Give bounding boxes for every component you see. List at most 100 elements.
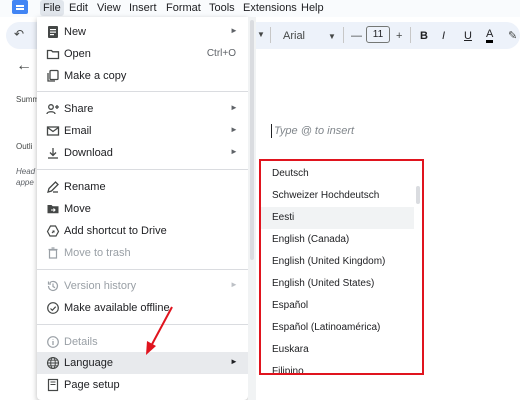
docs-logo-icon[interactable] xyxy=(12,0,28,14)
page-setup-icon xyxy=(47,378,59,392)
text-cursor xyxy=(271,124,272,138)
menu-divider xyxy=(37,324,248,325)
drive-shortcut-icon xyxy=(46,225,60,237)
font-size-input[interactable]: 11 xyxy=(366,26,390,43)
menu-help[interactable]: Help xyxy=(301,1,324,15)
file-menu-make-offline[interactable]: Make available offline xyxy=(37,297,248,319)
language-option[interactable]: English (United Kingdom) xyxy=(259,251,414,273)
file-menu-language[interactable]: Language ► xyxy=(37,352,248,374)
menu-item-label: Email xyxy=(64,125,92,137)
highlight-pen-icon[interactable]: ✎ xyxy=(508,29,517,43)
file-menu: New ► Open Ctrl+O Make a copy Share ► Em… xyxy=(37,17,248,400)
italic-button[interactable]: I xyxy=(442,29,445,43)
language-option-label: Español (Latinoamérica) xyxy=(272,322,381,333)
language-scrollbar-thumb[interactable] xyxy=(416,186,420,204)
envelope-icon xyxy=(46,126,60,136)
undo-icon[interactable]: ↶ xyxy=(14,27,24,41)
file-menu-rename[interactable]: Rename xyxy=(37,176,248,198)
file-menu-download[interactable]: Download ► xyxy=(37,142,248,164)
shortcut-label: Ctrl+O xyxy=(206,48,236,59)
language-option-label: Español xyxy=(272,300,309,311)
language-option[interactable]: Filipino xyxy=(259,361,414,375)
file-menu-move[interactable]: Move xyxy=(37,198,248,220)
text-color-button[interactable]: A xyxy=(486,29,494,43)
menu-tools[interactable]: Tools xyxy=(209,1,235,15)
submenu-arrow-icon: ► xyxy=(230,147,238,156)
person-add-icon xyxy=(46,104,59,115)
file-menu-page-setup[interactable]: Page setup xyxy=(37,374,248,396)
submenu-arrow-icon: ► xyxy=(230,125,238,134)
menu-bar: File Edit View Insert Format Tools Exten… xyxy=(0,0,520,17)
menu-divider xyxy=(37,91,248,92)
menu-divider xyxy=(37,169,248,170)
language-option-label: English (Canada) xyxy=(272,234,350,245)
outline-label: Outli xyxy=(16,142,33,151)
move-folder-icon xyxy=(47,205,59,214)
file-menu-share[interactable]: Share ► xyxy=(37,98,248,120)
file-menu-add-shortcut[interactable]: Add shortcut to Drive xyxy=(37,220,248,242)
language-option[interactable]: Euskara xyxy=(259,339,414,361)
file-menu-version-history: Version history ► xyxy=(37,275,248,297)
menu-extensions[interactable]: Extensions xyxy=(243,1,297,15)
menu-format[interactable]: Format xyxy=(166,1,201,15)
download-icon xyxy=(48,148,58,159)
language-option-label: Schweizer Hochdeutsch xyxy=(272,190,380,201)
file-menu-open[interactable]: Open Ctrl+O xyxy=(37,43,248,65)
menu-item-label: Make a copy xyxy=(64,70,127,82)
menu-item-label: Move to trash xyxy=(64,247,131,259)
menu-item-label: Open xyxy=(64,48,91,60)
font-name-dropdown[interactable]: Arial xyxy=(283,29,305,43)
file-menu-make-copy[interactable]: Make a copy xyxy=(37,65,248,87)
language-option-label: Deutsch xyxy=(272,168,309,179)
summary-label: Summ xyxy=(16,95,40,104)
toolbar-divider xyxy=(343,27,344,43)
menu-insert[interactable]: Insert xyxy=(129,1,157,15)
history-icon xyxy=(47,280,59,292)
menu-divider xyxy=(37,269,248,270)
copy-icon xyxy=(47,69,59,82)
language-submenu: Deutsch Schweizer Hochdeutsch Eesti Engl… xyxy=(259,159,424,375)
language-option-label: English (United States) xyxy=(272,278,375,289)
language-option[interactable]: Deutsch xyxy=(259,163,414,185)
globe-icon xyxy=(46,356,60,370)
submenu-arrow-icon: ► xyxy=(230,26,238,35)
menu-item-label: Add shortcut to Drive xyxy=(64,225,167,237)
menu-item-label: Move xyxy=(64,203,91,215)
font-dropdown-arrow-icon[interactable]: ▼ xyxy=(328,30,336,44)
bold-button[interactable]: B xyxy=(420,29,428,43)
language-option[interactable]: Eesti xyxy=(259,207,414,229)
submenu-arrow-icon: ► xyxy=(230,280,238,289)
document-outline-panel xyxy=(0,52,40,400)
document-placeholder[interactable]: Type @ to insert xyxy=(274,125,354,137)
menu-item-label: Share xyxy=(64,103,94,115)
info-icon xyxy=(47,336,59,348)
style-dropdown-arrow-icon[interactable]: ▼ xyxy=(257,28,265,42)
language-option-label: Filipino xyxy=(272,366,304,375)
decrease-font-size-button[interactable]: — xyxy=(351,29,362,43)
menu-item-label: Version history xyxy=(64,280,137,292)
document-icon xyxy=(48,26,58,38)
menu-file[interactable]: File xyxy=(40,0,64,16)
language-option[interactable]: Español (Latinoamérica) xyxy=(259,317,414,339)
menu-item-label: Download xyxy=(64,147,113,159)
file-menu-scrollbar-thumb[interactable] xyxy=(250,20,254,260)
offline-icon xyxy=(47,302,59,314)
file-menu-new[interactable]: New ► xyxy=(37,21,248,43)
language-option-label: English (United Kingdom) xyxy=(272,256,386,267)
outline-hint-line1: Head xyxy=(16,167,36,176)
trash-icon xyxy=(48,247,58,259)
language-option[interactable]: English (Canada) xyxy=(259,229,414,251)
menu-view[interactable]: View xyxy=(97,1,121,15)
submenu-arrow-icon: ► xyxy=(230,103,238,112)
language-option[interactable]: Español xyxy=(259,295,414,317)
menu-item-label: Page setup xyxy=(64,379,120,391)
back-arrow-icon[interactable]: ← xyxy=(16,58,32,74)
file-menu-email[interactable]: Email ► xyxy=(37,120,248,142)
language-option[interactable]: Schweizer Hochdeutsch xyxy=(259,185,414,207)
language-option-label: Eesti xyxy=(272,212,295,223)
language-option[interactable]: English (United States) xyxy=(259,273,414,295)
increase-font-size-button[interactable]: + xyxy=(396,29,402,43)
menu-item-label: Language xyxy=(64,357,113,369)
menu-edit[interactable]: Edit xyxy=(69,1,88,15)
underline-button[interactable]: U xyxy=(464,29,472,43)
